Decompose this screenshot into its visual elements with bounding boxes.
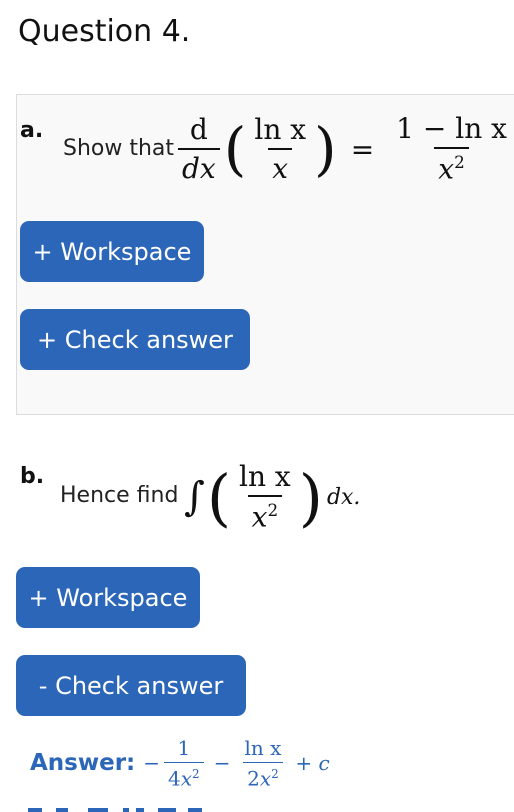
- right-paren: ): [314, 115, 337, 183]
- part-b-workspace-button[interactable]: + Workspace: [16, 567, 200, 628]
- term-1-numerator: 1: [177, 735, 191, 760]
- ln-x: ln x: [254, 112, 307, 146]
- answer-expression: − 1 4x2 − ln x 2x2 + c: [143, 738, 329, 789]
- term-2-coef: 2: [247, 766, 260, 791]
- ln-x-over-x: ln x x: [250, 112, 310, 183]
- term-1-denominator: 4x2: [164, 761, 204, 791]
- part-b-prompt: Hence find: [60, 483, 179, 508]
- derivative-operator: d dx: [178, 112, 220, 183]
- term-1-base: x: [180, 766, 193, 791]
- dx-symbol: dx: [178, 147, 220, 183]
- part-a-label: a.: [20, 118, 44, 143]
- term-2-numerator: ln x: [244, 735, 282, 760]
- rhs-fraction: 1 − ln x x2: [392, 111, 511, 186]
- term-2-base: x: [259, 766, 272, 791]
- answer-row: Answer: − 1 4x2 − ln x 2x2 + c: [30, 735, 330, 791]
- term-2-exp: 2: [271, 766, 279, 781]
- integrand-den-exp: 2: [267, 499, 279, 520]
- part-b-check-answer-button[interactable]: - Check answer: [16, 655, 246, 716]
- equals-sign: =: [350, 132, 375, 166]
- part-a-workspace-button[interactable]: + Workspace: [20, 221, 204, 282]
- rhs-den-base: x: [438, 152, 455, 186]
- part-a-check-answer-button[interactable]: + Check answer: [20, 309, 250, 370]
- answer-term-2: ln x 2x2: [240, 735, 285, 791]
- integrand-den-base: x: [251, 500, 268, 534]
- integrand-denominator: x2: [247, 494, 283, 534]
- dx-term: dx.: [326, 484, 361, 510]
- integrand-fraction: ln x x2: [235, 459, 295, 534]
- part-a-equation: d dx ( ln x x ) = 1 − ln x x2: [174, 108, 514, 190]
- part-b-integral: ∫ ( ln x x2 ) dx.: [184, 447, 360, 547]
- part-b-label: b.: [20, 464, 45, 489]
- rhs-den-exp: 2: [454, 151, 465, 172]
- answer-minus-1: −: [143, 751, 161, 775]
- term-1-exp: 2: [192, 766, 200, 781]
- answer-term-1: 1 4x2: [164, 735, 204, 791]
- rhs-denominator: x2: [434, 146, 469, 186]
- answer-minus-2: −: [213, 751, 231, 775]
- cut-off-text-fragment: [28, 808, 202, 812]
- left-paren: (: [223, 115, 247, 183]
- term-2-denominator: 2x2: [243, 761, 283, 791]
- answer-label: Answer:: [30, 750, 136, 776]
- left-paren-b: (: [206, 460, 232, 534]
- integrand-numerator: ln x: [239, 459, 291, 493]
- x-denominator: x: [268, 147, 293, 183]
- plus-constant: + c: [295, 751, 330, 775]
- d-symbol: d: [189, 112, 208, 146]
- term-1-coef: 4: [168, 766, 181, 791]
- question-title: Question 4.: [18, 14, 191, 49]
- part-a-prompt: Show that: [63, 136, 175, 161]
- rhs-numerator: 1 − ln x: [396, 111, 507, 145]
- integral-sign: ∫: [184, 474, 205, 520]
- right-paren-b: ): [298, 460, 323, 534]
